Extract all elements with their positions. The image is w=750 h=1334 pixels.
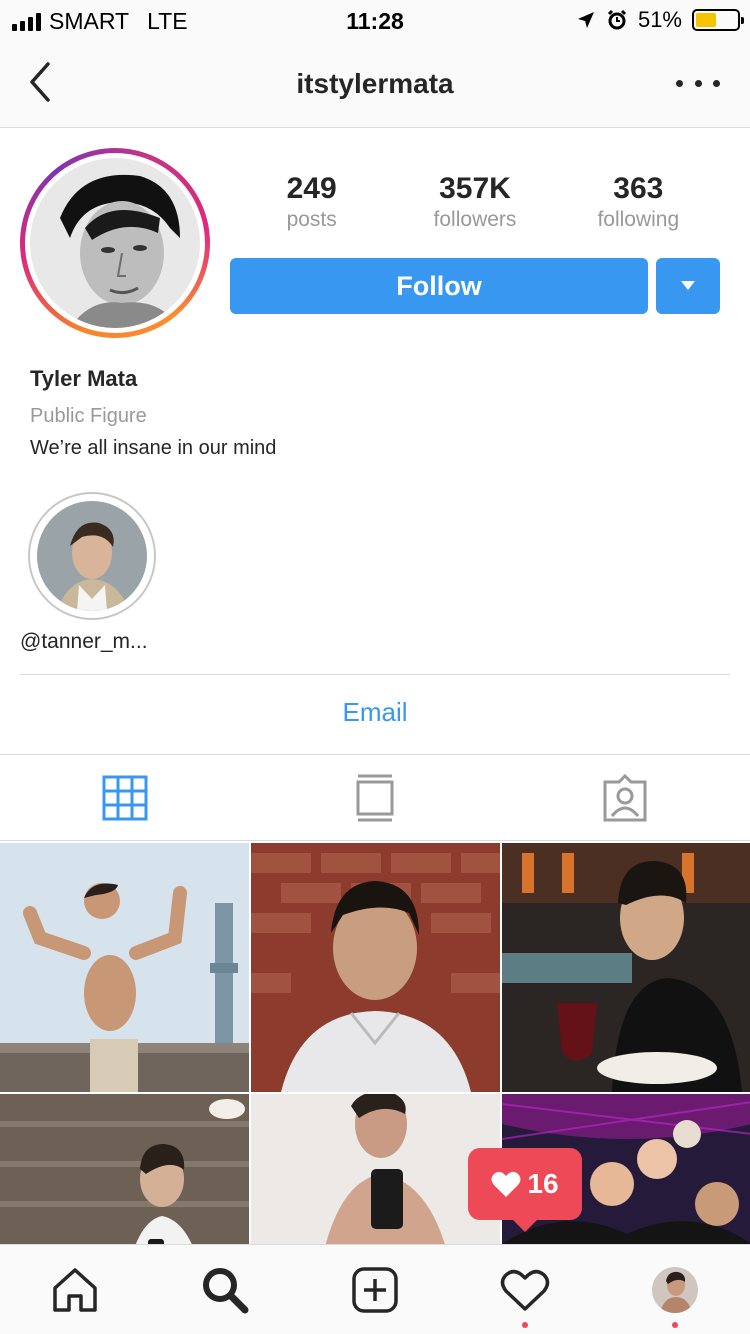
profile-avatar (30, 158, 200, 328)
more-options-button[interactable] (676, 70, 720, 96)
stat-value: 249 (286, 172, 337, 205)
profile-category: Public Figure (30, 405, 147, 427)
grid-icon (102, 775, 148, 820)
highlight-cover (37, 501, 147, 611)
highlight-label: @tanner_m... (20, 630, 148, 653)
battery-percent: 51% (637, 7, 682, 32)
bottom-navigation (0, 1244, 750, 1334)
battery-icon (692, 9, 744, 31)
search-icon (203, 1267, 249, 1313)
profile-tabs (0, 755, 750, 841)
profile-full-name: Tyler Mata (30, 366, 138, 391)
email-button[interactable]: Email (0, 697, 750, 728)
nav-search[interactable] (150, 1245, 300, 1334)
stat-label: following (597, 208, 680, 231)
suggested-accounts-button[interactable] (656, 258, 720, 314)
tagged-icon (603, 773, 647, 821)
nav-home[interactable] (0, 1245, 150, 1334)
chevron-left-icon (30, 62, 50, 102)
nav-profile[interactable] (600, 1245, 750, 1334)
post-thumbnail[interactable] (251, 843, 500, 1092)
status-right: 51% (576, 7, 744, 33)
feed-icon (356, 774, 394, 821)
back-button[interactable] (22, 60, 62, 104)
profile-avatar-story-ring[interactable] (20, 148, 210, 338)
profile-bio: We’re all insane in our mind (30, 437, 277, 459)
post-thumbnail[interactable] (0, 843, 249, 1092)
follow-button[interactable]: Follow (230, 258, 648, 314)
more-dot (694, 79, 702, 87)
status-bar: SMART LTE 11:28 51% (0, 0, 750, 40)
activity-heart-icon (500, 1269, 550, 1311)
story-highlight[interactable] (28, 492, 156, 620)
alarm-icon (607, 9, 627, 30)
profile-header-bar: itstylermata (0, 40, 750, 128)
stat-label: posts (286, 208, 337, 231)
stat-value: 357K (439, 172, 511, 205)
profile-notification-dot (672, 1322, 678, 1328)
status-left: SMART LTE (12, 8, 188, 35)
stat-label: followers (433, 208, 517, 231)
post-thumbnail[interactable] (502, 843, 750, 1092)
carrier-name: SMART (49, 8, 130, 34)
signal-icon (12, 12, 41, 31)
stat-following[interactable]: 363 following (557, 172, 720, 234)
activity-notification-dot (522, 1322, 528, 1328)
profile-avatar (652, 1266, 698, 1313)
more-dots-icon (676, 79, 683, 87)
add-post-icon (352, 1266, 398, 1313)
stat-posts[interactable]: 249 posts (230, 172, 393, 234)
tab-tagged[interactable] (500, 755, 750, 840)
nav-new-post[interactable] (300, 1245, 450, 1334)
avatar-frame (25, 153, 205, 333)
divider (20, 674, 730, 675)
stat-followers[interactable]: 357K followers (393, 172, 556, 234)
network-type: LTE (147, 8, 188, 34)
tab-feed[interactable] (250, 755, 500, 840)
battery-fill (696, 13, 717, 27)
activity-likes-badge[interactable]: 16 (468, 1148, 582, 1232)
likes-count: 16 (527, 1168, 559, 1199)
page-title: itstylermata (296, 68, 454, 99)
heart-icon (491, 1171, 521, 1197)
home-icon (53, 1267, 97, 1312)
location-arrow-icon (577, 12, 594, 28)
tab-grid[interactable] (0, 755, 250, 840)
stat-value: 363 (613, 172, 664, 205)
more-dot (713, 79, 720, 87)
profile-stats: 249 posts 357K followers 363 following (230, 172, 720, 234)
nav-activity[interactable] (450, 1245, 600, 1334)
